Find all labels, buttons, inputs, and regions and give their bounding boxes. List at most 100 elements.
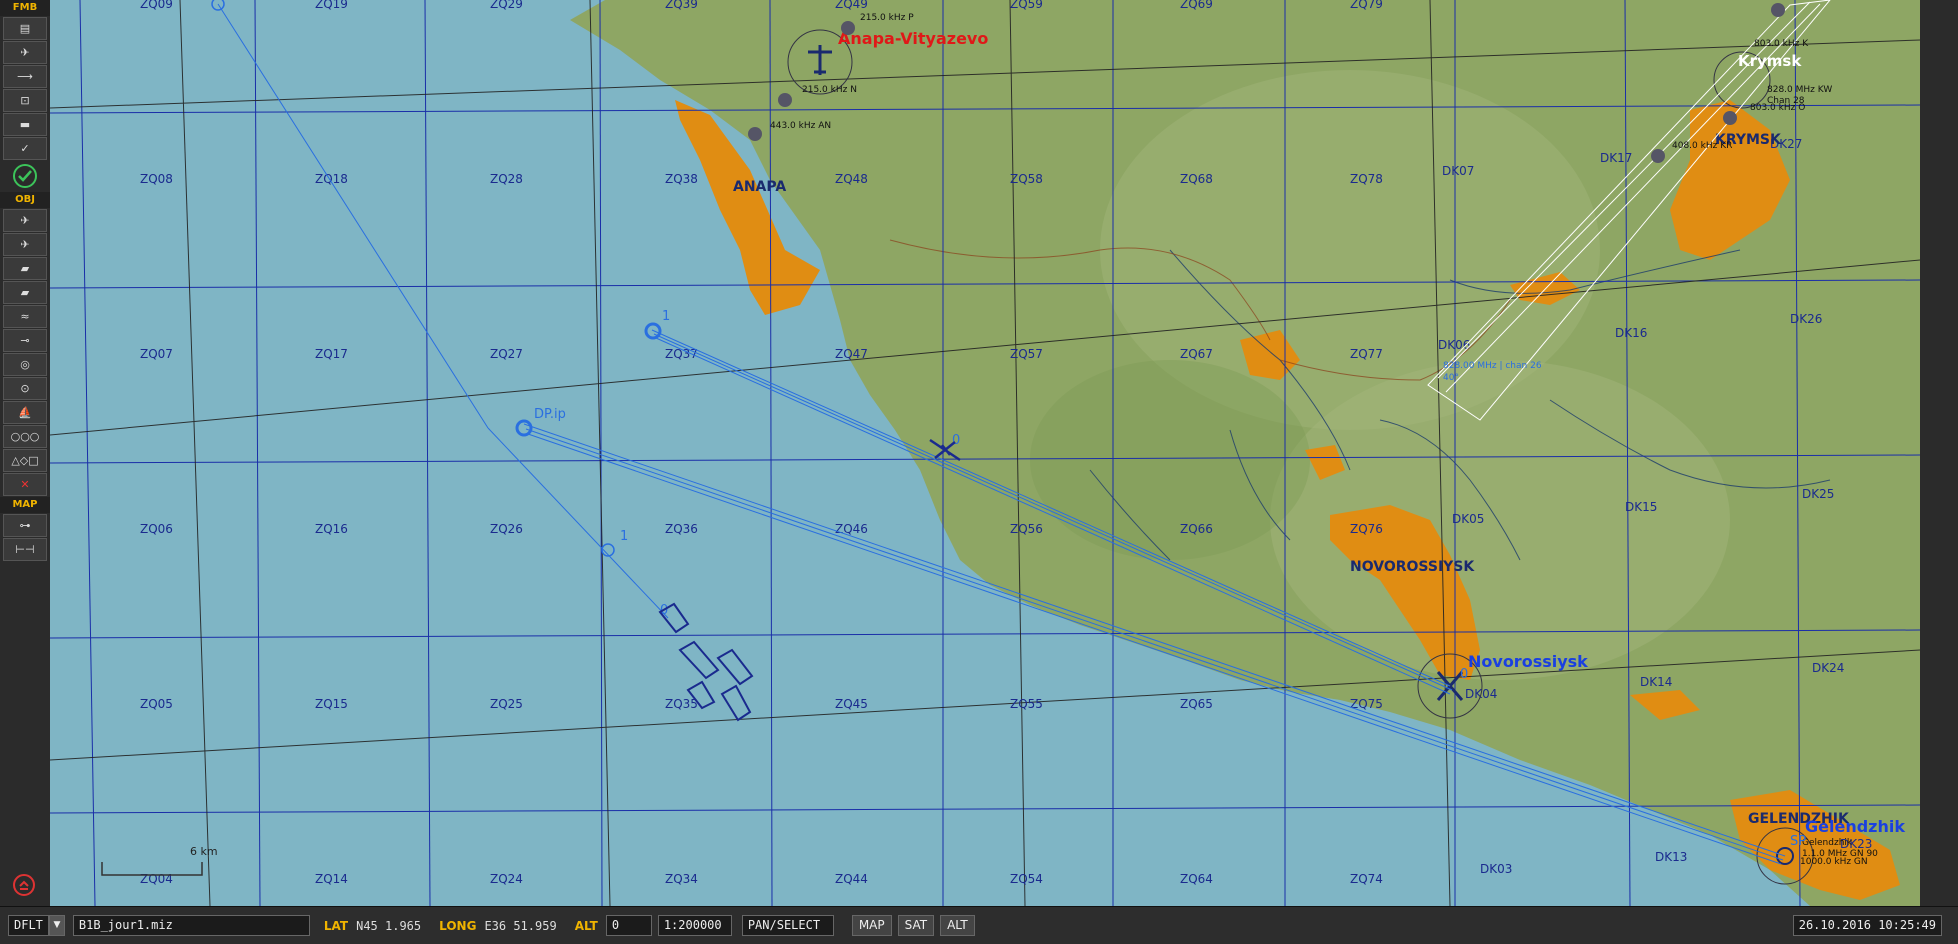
beacon-label: 828.00 MHz | chan 26 (1443, 361, 1542, 371)
beacon-label: Gelendzhik (1802, 838, 1853, 848)
tank-icon[interactable]: ▰ (3, 257, 47, 280)
grid-label: ZQ66 (1180, 522, 1213, 536)
long-label: LONG (439, 918, 477, 933)
section-obj: OBJ (0, 192, 50, 208)
waypoint-label: DP.ip (534, 407, 566, 422)
grid-label: ZQ09 (140, 0, 173, 11)
delete-icon[interactable]: ✕ (3, 473, 47, 496)
long-value: E36 51.959 (484, 918, 557, 933)
grid-label: ZQ04 (140, 872, 173, 886)
left-toolbar: FMB ▤ ✈ ⟶ ⊡ ▬ ✓ OBJ ✈ ✈ ▰ ▰ ≈ ⊸ ◎ ⊙ ⛵ ○○… (0, 0, 51, 906)
waypoint-label: SP (1790, 834, 1806, 849)
grid-label: ZQ56 (1010, 522, 1043, 536)
boat-icon[interactable]: ⛵ (3, 401, 47, 424)
city-label: ANAPA (733, 179, 786, 195)
terrain-shade (1030, 360, 1310, 560)
grid-label: ZQ38 (665, 172, 698, 186)
waypoint-label: 0 (1460, 667, 1468, 682)
ruler-icon[interactable]: ⊢⊣ (3, 538, 47, 561)
sat-button[interactable]: SAT (897, 915, 935, 936)
beacon-label: 803.0 kHz O (1750, 103, 1805, 113)
eject-icon[interactable] (9, 873, 39, 897)
fighter-icon[interactable]: ✈ (3, 209, 47, 232)
key-icon[interactable]: ⊶ (3, 514, 47, 537)
grid-label: ZQ47 (835, 347, 868, 361)
airfield-label: Gelendzhik (1805, 817, 1905, 836)
waypoint-label: 0 (952, 433, 960, 448)
map-view[interactable]: ZQ09 ZQ19 ZQ29 ZQ39 ZQ49 ZQ59 ZQ69 ZQ79 … (50, 0, 1920, 906)
grid-label: ZQ48 (835, 172, 868, 186)
map-canvas[interactable]: ZQ09 ZQ19 ZQ29 ZQ39 ZQ49 ZQ59 ZQ69 ZQ79 … (50, 0, 1920, 906)
accept-icon[interactable] (3, 161, 47, 191)
beacon-label: 803.0 kHz K (1754, 39, 1809, 49)
ship-icon[interactable]: ≈ (3, 305, 47, 328)
grid-label: ZQ05 (140, 697, 173, 711)
bomber-icon[interactable]: ✈ (3, 233, 47, 256)
grid-label: ZQ19 (315, 0, 348, 11)
chevron-down-icon[interactable]: ▼ (48, 915, 65, 936)
grid-label: ZQ36 (665, 522, 698, 536)
grid-label: ZQ59 (1010, 0, 1043, 11)
grid-label: ZQ39 (665, 0, 698, 11)
filename-field[interactable]: B1B_jour1.miz (72, 915, 310, 936)
grid-label: ZQ55 (1010, 697, 1043, 711)
airfield-label: Krymsk (1738, 52, 1802, 70)
plane-icon[interactable]: ⟶ (3, 65, 47, 88)
check-icon[interactable]: ✓ (3, 137, 47, 160)
scale-field[interactable]: 1:200000 (657, 915, 732, 936)
mode-field[interactable]: PAN/SELECT (741, 915, 834, 936)
grid-label: DK14 (1640, 675, 1672, 689)
grid-label: ZQ74 (1350, 872, 1383, 886)
lat-value: N45 1.965 (356, 918, 422, 933)
coalition-value[interactable]: DFLT (8, 915, 49, 936)
static-icon[interactable]: ▬ (3, 113, 47, 136)
group-icon[interactable]: ○○○ (3, 425, 47, 448)
alt-button[interactable]: ALT (940, 915, 975, 936)
grid-label: ZQ58 (1010, 172, 1043, 186)
circle-icon[interactable]: ⊙ (3, 377, 47, 400)
grid-label: ZQ57 (1010, 347, 1043, 361)
grid-label: ZQ46 (835, 522, 868, 536)
waypoint-label: 1 (620, 529, 628, 544)
armor-icon[interactable]: ▰ (3, 281, 47, 304)
alt-field[interactable]: 0 (605, 915, 652, 936)
grid-label: DK17 (1600, 151, 1632, 165)
datetime-display: 26.10.2016 10:25:49 (1792, 915, 1942, 936)
coalition-dropdown[interactable]: DFLT ▼ (8, 915, 65, 936)
grid-label: ZQ24 (490, 872, 523, 886)
helicopter-icon[interactable]: ✈ (3, 41, 47, 64)
shapes-icon[interactable]: △◇□ (3, 449, 47, 472)
section-map: MAP (0, 497, 50, 513)
grid-label: ZQ16 (315, 522, 348, 536)
grid-label: ZQ76 (1350, 522, 1383, 536)
grid-label: ZQ69 (1180, 0, 1213, 11)
target-icon[interactable]: ◎ (3, 353, 47, 376)
grid-label: ZQ34 (665, 872, 698, 886)
scale-label: 6 km (190, 845, 218, 858)
grid-label: DK24 (1812, 661, 1844, 675)
airfield-label: Novorossiysk (1468, 652, 1588, 671)
map-button[interactable]: MAP (851, 915, 892, 936)
beacon-label: 1000.0 kHz GN (1800, 857, 1868, 867)
grid-label: DK13 (1655, 850, 1687, 864)
grid-label: ZQ68 (1180, 172, 1213, 186)
grid-label: ZQ15 (315, 697, 348, 711)
grid-label: ZQ79 (1350, 0, 1383, 11)
airfield-label: Anapa-Vityazevo (838, 29, 988, 48)
grid-label: ZQ27 (490, 347, 523, 361)
waypoint-icon[interactable]: ⊡ (3, 89, 47, 112)
track-icon[interactable]: ⊸ (3, 329, 47, 352)
beacon-label: 215.0 kHz P (860, 13, 914, 23)
beacon-label: 40° (1443, 373, 1459, 383)
grid-label: ZQ28 (490, 172, 523, 186)
grid-label: ZQ45 (835, 697, 868, 711)
grid-label: ZQ64 (1180, 872, 1213, 886)
clipboard-icon[interactable]: ▤ (3, 17, 47, 40)
grid-label: ZQ06 (140, 522, 173, 536)
lat-label: LAT (323, 918, 349, 933)
city-label: NOVOROSSIYSK (1350, 559, 1475, 575)
alt-label: ALT (574, 918, 598, 933)
grid-label: DK15 (1625, 500, 1657, 514)
grid-label: ZQ78 (1350, 172, 1383, 186)
grid-label: ZQ65 (1180, 697, 1213, 711)
